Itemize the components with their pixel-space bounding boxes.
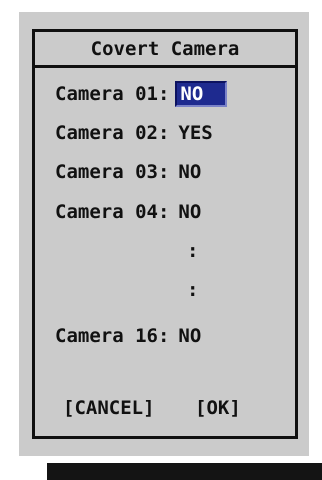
dialog-title-bar: Covert Camera (35, 32, 295, 68)
camera-01-value-selector[interactable]: NO (175, 81, 228, 107)
cancel-button[interactable]: [CANCEL] (63, 397, 155, 419)
dialog-shadow-bar (47, 463, 322, 480)
dialog-title: Covert Camera (90, 37, 240, 60)
camera-label: Camera 01: (55, 83, 170, 105)
camera-row-16: Camera 16: NO (55, 322, 207, 350)
dialog-frame: Covert Camera Camera 01: NO Camera 02: Y… (32, 29, 298, 439)
camera-03-value-selector[interactable]: NO (175, 159, 207, 185)
camera-row-02: Camera 02: YES (55, 119, 219, 147)
list-continuation-mark: : (187, 240, 199, 262)
camera-16-value-selector[interactable]: NO (175, 323, 207, 349)
camera-02-value-selector[interactable]: YES (175, 120, 218, 146)
list-continuation-mark: : (187, 279, 199, 301)
camera-label: Camera 16: (55, 325, 170, 347)
camera-label: Camera 03: (55, 161, 170, 183)
ok-button[interactable]: [OK] (195, 397, 241, 419)
camera-label: Camera 04: (55, 201, 170, 223)
covert-camera-dialog: Covert Camera Camera 01: NO Camera 02: Y… (19, 12, 309, 456)
camera-04-value-selector[interactable]: NO (175, 199, 207, 225)
camera-row-03: Camera 03: NO (55, 158, 207, 186)
camera-label: Camera 02: (55, 122, 170, 144)
camera-row-04: Camera 04: NO (55, 198, 207, 226)
camera-row-01: Camera 01: NO (55, 80, 228, 108)
